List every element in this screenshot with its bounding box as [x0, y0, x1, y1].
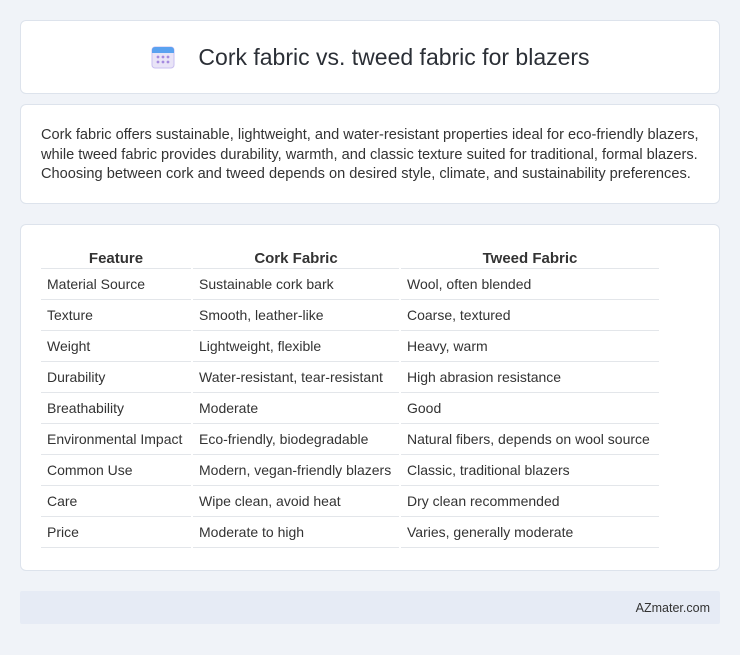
summary-card: Cork fabric offers sustainable, lightwei…	[20, 104, 720, 204]
table-row: Durability Water-resistant, tear-resista…	[41, 362, 659, 393]
summary-text: Cork fabric offers sustainable, lightwei…	[41, 127, 699, 182]
table-cell: Classic, traditional blazers	[401, 455, 659, 486]
footer-brand: AZmater.com	[635, 600, 710, 615]
table-cell: Environmental Impact	[41, 424, 191, 455]
table-cell: Weight	[41, 331, 191, 362]
table-cell: Water-resistant, tear-resistant	[193, 362, 399, 393]
table-cell: Breathability	[41, 393, 191, 424]
table-row: Weight Lightweight, flexible Heavy, warm	[41, 331, 659, 362]
title-card: Cork fabric vs. tweed fabric for blazers	[20, 20, 720, 94]
table-cell: Good	[401, 393, 659, 424]
table-cell: Lightweight, flexible	[193, 331, 399, 362]
table-cell: Dry clean recommended	[401, 486, 659, 517]
table-header-row: Feature Cork Fabric Tweed Fabric	[41, 245, 659, 269]
column-header-cork: Cork Fabric	[193, 245, 399, 269]
table-row: Breathability Moderate Good	[41, 393, 659, 424]
table-cell: Wipe clean, avoid heat	[193, 486, 399, 517]
table-cell: Varies, generally moderate	[401, 517, 659, 548]
table-row: Texture Smooth, leather-like Coarse, tex…	[41, 300, 659, 331]
table-row: Environmental Impact Eco-friendly, biode…	[41, 424, 659, 455]
page-title: Cork fabric vs. tweed fabric for blazers	[198, 43, 590, 70]
table-cell: Moderate	[193, 393, 399, 424]
table-cell: Durability	[41, 362, 191, 393]
table-cell: Coarse, textured	[401, 300, 659, 331]
table-row: Price Moderate to high Varies, generally…	[41, 517, 659, 548]
table-cell: Heavy, warm	[401, 331, 659, 362]
footer: AZmater.com	[20, 591, 720, 624]
table-cell: Common Use	[41, 455, 191, 486]
table-cell: Smooth, leather-like	[193, 300, 399, 331]
table-cell: Modern, vegan-friendly blazers	[193, 455, 399, 486]
table-cell: Texture	[41, 300, 191, 331]
table-cell: Material Source	[41, 269, 191, 300]
table-cell: High abrasion resistance	[401, 362, 659, 393]
table-row: Care Wipe clean, avoid heat Dry clean re…	[41, 486, 659, 517]
calendar-icon	[150, 44, 176, 70]
comparison-table-card: Feature Cork Fabric Tweed Fabric Materia…	[20, 224, 720, 571]
table-cell: Price	[41, 517, 191, 548]
table-cell: Moderate to high	[193, 517, 399, 548]
table-cell: Care	[41, 486, 191, 517]
table-cell: Wool, often blended	[401, 269, 659, 300]
column-header-tweed: Tweed Fabric	[401, 245, 659, 269]
table-cell: Natural fibers, depends on wool source	[401, 424, 659, 455]
table-cell: Eco-friendly, biodegradable	[193, 424, 399, 455]
comparison-table: Feature Cork Fabric Tweed Fabric Materia…	[39, 245, 661, 548]
table-cell: Sustainable cork bark	[193, 269, 399, 300]
column-header-feature: Feature	[41, 245, 191, 269]
table-row: Common Use Modern, vegan-friendly blazer…	[41, 455, 659, 486]
table-row: Material Source Sustainable cork bark Wo…	[41, 269, 659, 300]
